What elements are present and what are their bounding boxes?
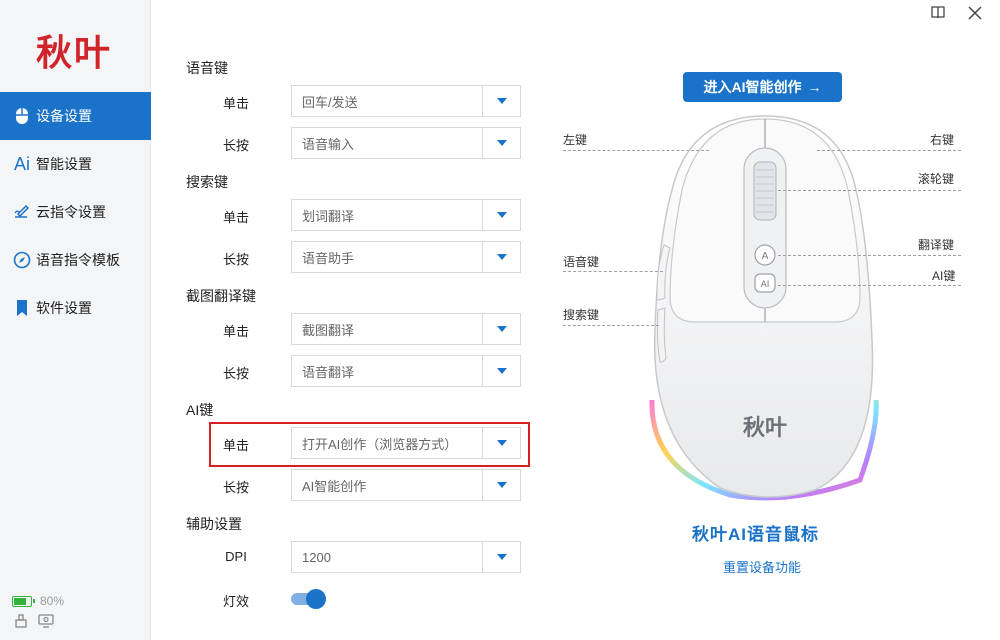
mouse-logo: 秋叶: [743, 416, 787, 441]
section-title: 搜索键: [186, 174, 228, 190]
callout-right-key: 右键: [930, 133, 955, 147]
leader-line-search-key: [563, 325, 659, 326]
chevron-down-icon[interactable]: [482, 428, 520, 458]
dropdown-value: 语音输入: [302, 136, 355, 152]
bookmark-icon: [12, 298, 32, 318]
sidebar-item-cloud-commands[interactable]: 云指令设置: [0, 188, 151, 236]
leader-line-translate-key: [778, 255, 961, 256]
sidebar-item-label: 软件设置: [36, 300, 92, 316]
dropdown-select[interactable]: 回车/发送: [291, 85, 521, 117]
dropdown-select[interactable]: AI智能创作: [291, 469, 521, 501]
mouse-illustration: A AI 秋叶: [649, 115, 879, 501]
row-label: 单击: [222, 324, 249, 339]
leader-line-right-key: [817, 150, 961, 151]
callout-voice-key: 语音键: [563, 255, 600, 269]
dropdown-value: 回车/发送: [302, 94, 358, 110]
sidebar: 秋叶 设备设置 Ai 智能设置 云指令设置 语音指令模板 软件设置 80%: [0, 0, 151, 640]
sidebar-item-smart-settings[interactable]: Ai 智能设置: [0, 140, 151, 188]
sidebar-item-software-settings[interactable]: 软件设置: [0, 284, 151, 332]
leader-line-voice-key: [563, 271, 663, 272]
chevron-down-icon[interactable]: [482, 242, 520, 272]
section-title: 语音键: [186, 60, 228, 76]
dropdown-select[interactable]: 打开AI创作（浏览器方式）: [291, 427, 521, 459]
ai-creation-button-label: 进入AI智能创作: [703, 79, 802, 95]
sidebar-item-label: 云指令设置: [36, 204, 106, 220]
chevron-down-icon[interactable]: [482, 86, 520, 116]
dropdown-select[interactable]: 1200: [291, 541, 521, 573]
window-controls: [930, 4, 982, 25]
chevron-down-icon[interactable]: [482, 200, 520, 230]
product-name: 秋叶AI语音鼠标: [692, 525, 819, 544]
dropdown-select[interactable]: 语音输入: [291, 127, 521, 159]
reset-device-link[interactable]: 重置设备功能: [723, 557, 801, 576]
battery-indicator: 80%: [12, 594, 64, 608]
callout-search-key: 搜索键: [563, 308, 600, 322]
chevron-down-icon[interactable]: [482, 470, 520, 500]
dropdown-value: 语音助手: [302, 250, 355, 266]
callout-left-key: 左键: [563, 133, 588, 147]
row-label: 单击: [222, 210, 249, 225]
section-title: 辅助设置: [186, 516, 242, 532]
leader-line-scroll-wheel: [778, 190, 961, 191]
row-label: 长按: [222, 480, 249, 495]
dropdown-value: 打开AI创作（浏览器方式）: [302, 436, 458, 452]
device-icon[interactable]: [14, 614, 28, 631]
chevron-down-icon[interactable]: [482, 314, 520, 344]
close-icon[interactable]: [968, 4, 982, 25]
sidebar-item-label: 设备设置: [36, 108, 92, 124]
ai-icon: Ai: [13, 153, 30, 174]
sidebar-nav: 设备设置 Ai 智能设置 云指令设置 语音指令模板 软件设置: [0, 92, 151, 332]
row-label: 单击: [222, 96, 249, 111]
lighting-toggle[interactable]: [291, 589, 326, 609]
dropdown-select[interactable]: 语音翻译: [291, 355, 521, 387]
bottom-icons: [14, 614, 54, 631]
dropdown-value: 截图翻译: [302, 322, 355, 338]
dropdown-value: AI智能创作: [302, 478, 367, 494]
svg-text:AI: AI: [761, 280, 770, 290]
callout-scroll-wheel: 滚轮键: [918, 172, 955, 186]
manual-icon[interactable]: [930, 4, 946, 25]
dropdown-value: 划词翻译: [302, 208, 355, 224]
row-label: 长按: [222, 138, 249, 153]
callout-translate-key: 翻译键: [918, 238, 955, 252]
callout-ai-key: AI键: [932, 269, 956, 283]
remote-support-icon[interactable]: [38, 614, 54, 631]
arrow-right-icon: →: [807, 79, 822, 95]
row-label: 单击: [222, 438, 249, 453]
toggle-knob: [306, 589, 326, 609]
battery-percent: 80%: [40, 594, 65, 608]
ai-creation-button[interactable]: 进入AI智能创作 →: [683, 72, 842, 102]
sidebar-item-label: 语音指令模板: [36, 252, 120, 268]
chevron-down-icon[interactable]: [482, 128, 520, 158]
leader-line-left-key: [563, 150, 709, 151]
dropdown-select[interactable]: 截图翻译: [291, 313, 521, 345]
row-label: 长按: [222, 366, 249, 381]
battery-icon: [12, 595, 35, 607]
leader-line-ai-key: [778, 285, 961, 286]
dropdown-select[interactable]: 语音助手: [291, 241, 521, 273]
sidebar-item-label: 智能设置: [36, 156, 92, 172]
compass-icon: [12, 250, 32, 270]
row-label: 长按: [222, 252, 249, 267]
section-title: 截图翻译键: [186, 288, 256, 304]
mouse-icon: [12, 106, 32, 126]
chevron-down-icon[interactable]: [482, 542, 520, 572]
side-button-lower: [656, 307, 667, 363]
cloud-pen-icon: [12, 202, 32, 222]
row-label: 灯效: [222, 594, 249, 609]
dropdown-value: 语音翻译: [302, 364, 355, 380]
dropdown-select[interactable]: 划词翻译: [291, 199, 521, 231]
sidebar-item-device-settings[interactable]: 设备设置: [0, 92, 151, 140]
section-title: AI键: [186, 402, 214, 418]
svg-text:A: A: [762, 251, 769, 262]
chevron-down-icon[interactable]: [482, 356, 520, 386]
row-label: DPI: [225, 549, 247, 564]
device-settings-panel: 语音键 单击 回车/发送 长按 语音输入 搜索键 单击 划词翻译 长按 语音助手 截图翻译键 单击 截图…: [151, 0, 551, 640]
app-logo: 秋叶: [36, 33, 113, 74]
sidebar-item-voice-templates[interactable]: 语音指令模板: [0, 236, 151, 284]
dropdown-value: 1200: [302, 549, 331, 565]
